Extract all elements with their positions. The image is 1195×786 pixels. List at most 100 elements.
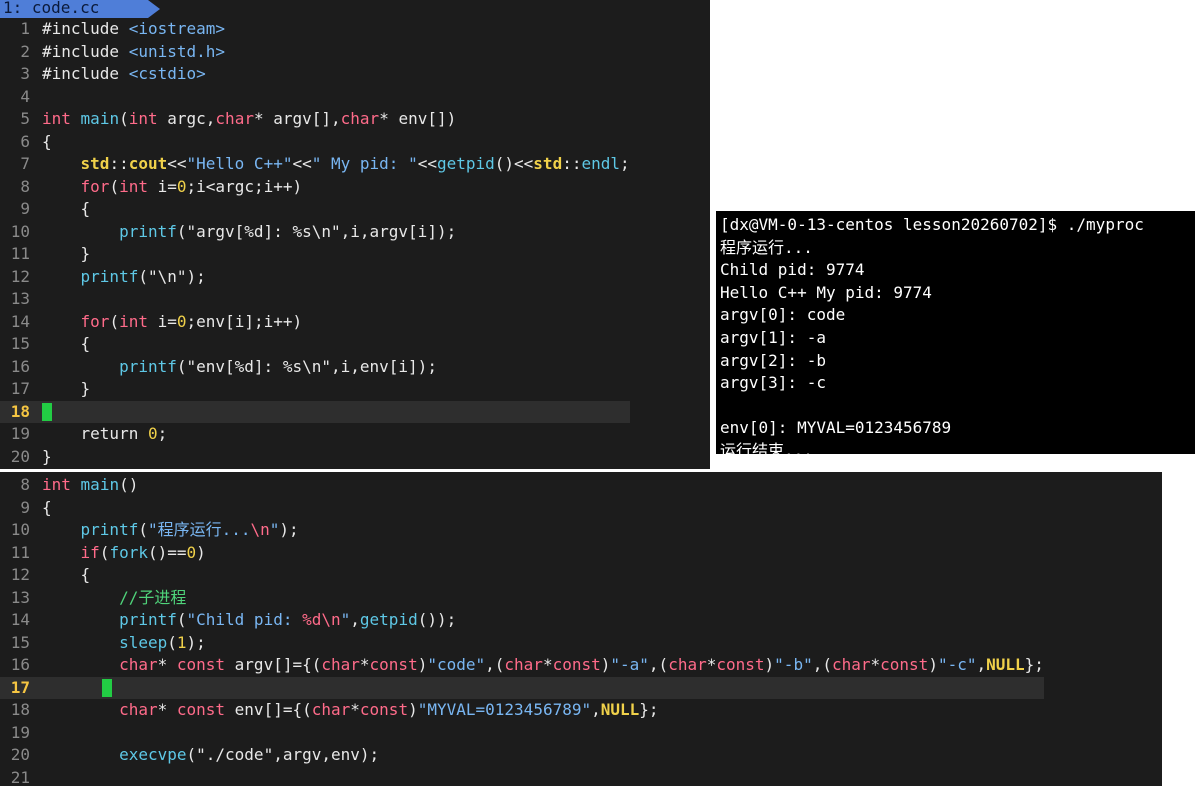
top-code-editor[interactable]: 1: code.cc 1 #include <iostream> 2 #include… (0, 0, 710, 469)
code-line[interactable]: 14 for(int i=0;env[i];i++) (0, 311, 630, 334)
code-line[interactable]: 17 (0, 676, 1044, 699)
code-line[interactable]: 7 std::cout<<"Hello C++"<<" My pid: "<<g… (0, 153, 629, 176)
code-token: "-a" (610, 655, 649, 674)
code-token: , (350, 610, 360, 629)
code-token: } (42, 379, 91, 398)
code-token: \n (250, 520, 270, 539)
code-token: endl (581, 154, 620, 173)
code-line[interactable]: 11 if(fork()==0) (0, 542, 1044, 565)
code-line[interactable]: 11 } (0, 243, 630, 266)
code-token: 0 (147, 424, 158, 443)
code-token: } (42, 244, 91, 263)
code-token: ( (176, 610, 187, 629)
code-line[interactable]: 20} (0, 446, 630, 469)
code-line[interactable]: 18 (0, 400, 630, 423)
line-number: 9 (20, 497, 30, 517)
line-number: 4 (20, 86, 30, 106)
code-line[interactable]: 9{ (0, 497, 1044, 520)
code-token: getpid (436, 154, 495, 173)
code-line[interactable]: 13 (0, 288, 630, 311)
code-token: 1 (176, 632, 187, 652)
code-token: main (80, 109, 120, 128)
terminal-line: Hello C++ My pid: 9774 (720, 282, 932, 302)
terminal-output: [dx@VM-0-13-centos lesson20260702]$ ./my… (720, 214, 1144, 454)
line-number: 19 (10, 722, 30, 742)
code-line[interactable]: 5 int main(int argc,char* argv[],char* en… (0, 108, 630, 131)
code-line[interactable]: 12 { (0, 564, 1044, 587)
code-token: { (42, 199, 91, 218)
line-number: 18 (10, 401, 30, 421)
code-token: cout (128, 154, 168, 173)
code-token: ;env[i];i++) (186, 311, 303, 331)
line-number: 2 (20, 41, 30, 61)
code-token: } (42, 446, 52, 466)
code-line[interactable]: 6{ (0, 131, 630, 154)
code-line[interactable]: 8 for(int i=0;i<argc;i++) (0, 176, 630, 199)
code-line[interactable]: 16 char* const argv[]={(char*const)"code… (0, 654, 1044, 677)
code-token: "-b" (774, 655, 813, 674)
code-token: * env[]) (379, 109, 457, 128)
code-token: 0 (176, 311, 187, 331)
code-line[interactable]: 16 printf("env[%d]: %s\n",i,env[i]); (0, 356, 630, 379)
code-line[interactable]: 1 #include <iostream> (0, 18, 630, 41)
code-line[interactable]: 15 { (0, 333, 630, 356)
code-token: int (128, 109, 158, 128)
code-line[interactable]: 14 printf("Child pid: %d\n",getpid()); (0, 609, 1044, 632)
code-line[interactable]: 20 execvpe("./code",argv,env); (0, 744, 1044, 767)
code-line[interactable]: 3 #include <cstdio> (0, 63, 630, 86)
code-line[interactable]: 10 printf("程序运行...\n"); (0, 519, 1044, 542)
code-line[interactable]: 19 return 0; (0, 423, 630, 446)
code-token: int (42, 475, 71, 494)
code-line[interactable]: 12 printf("\n"); (0, 266, 630, 289)
code-token: << (167, 154, 187, 173)
code-token: #include (42, 19, 129, 38)
code-line[interactable]: 8 int main() (0, 474, 1044, 497)
terminal-line: 程序运行... (720, 237, 813, 257)
code-token: , (591, 700, 601, 719)
bottom-code-editor[interactable]: 8 int main() 9{10 printf("程序运行...\n"); 11 i… (0, 472, 1162, 786)
terminal-line: argv[2]: -b (720, 350, 826, 370)
code-line[interactable]: 18 char* const env[]={(char*const)"MYVAL… (0, 699, 1044, 722)
code-token: getpid (359, 610, 418, 629)
code-line[interactable]: 10 printf("argv[%d]: %s\n",i,argv[i]); (0, 221, 630, 244)
code-token: ); (186, 632, 206, 652)
code-token: const (369, 655, 418, 674)
terminal-line: argv[0]: code (720, 305, 846, 325)
code-token: " (340, 610, 351, 629)
code-line[interactable]: 21 (0, 767, 1044, 786)
code-token: //子进程 (119, 587, 187, 607)
code-token: * (359, 655, 370, 674)
code-token: ; (157, 424, 168, 443)
code-line[interactable]: 2 #include <unistd.h> (0, 41, 630, 64)
code-line[interactable]: 17 } (0, 378, 630, 401)
terminal-line: argv[3]: -c (720, 373, 826, 393)
line-number: 11 (10, 244, 30, 263)
code-line[interactable]: 4 (0, 86, 630, 109)
code-line[interactable]: 19 (0, 722, 1044, 745)
code-token: { (42, 131, 52, 151)
code-token: int (42, 109, 71, 128)
code-token: NULL (986, 655, 1025, 674)
line-number: 6 (20, 131, 30, 151)
terminal-window[interactable]: [dx@VM-0-13-centos lesson20260702]$ ./my… (716, 211, 1195, 454)
line-number: 13 (10, 289, 30, 308)
code-token: ,( (812, 655, 832, 674)
line-number: 15 (10, 334, 30, 353)
tab-code-cc[interactable]: 1: code.cc (0, 0, 148, 18)
code-token: printf (119, 221, 177, 241)
line-number: 20 (10, 745, 30, 764)
code-line[interactable]: 9 { (0, 198, 630, 221)
code-token: " (269, 520, 280, 539)
line-number: 20 (10, 446, 30, 466)
code-token: execvpe (119, 745, 187, 764)
code-line[interactable]: 13 //子进程 (0, 587, 1044, 610)
code-line[interactable]: 15 sleep(1); (0, 632, 1044, 655)
code-token: ) (196, 542, 206, 562)
